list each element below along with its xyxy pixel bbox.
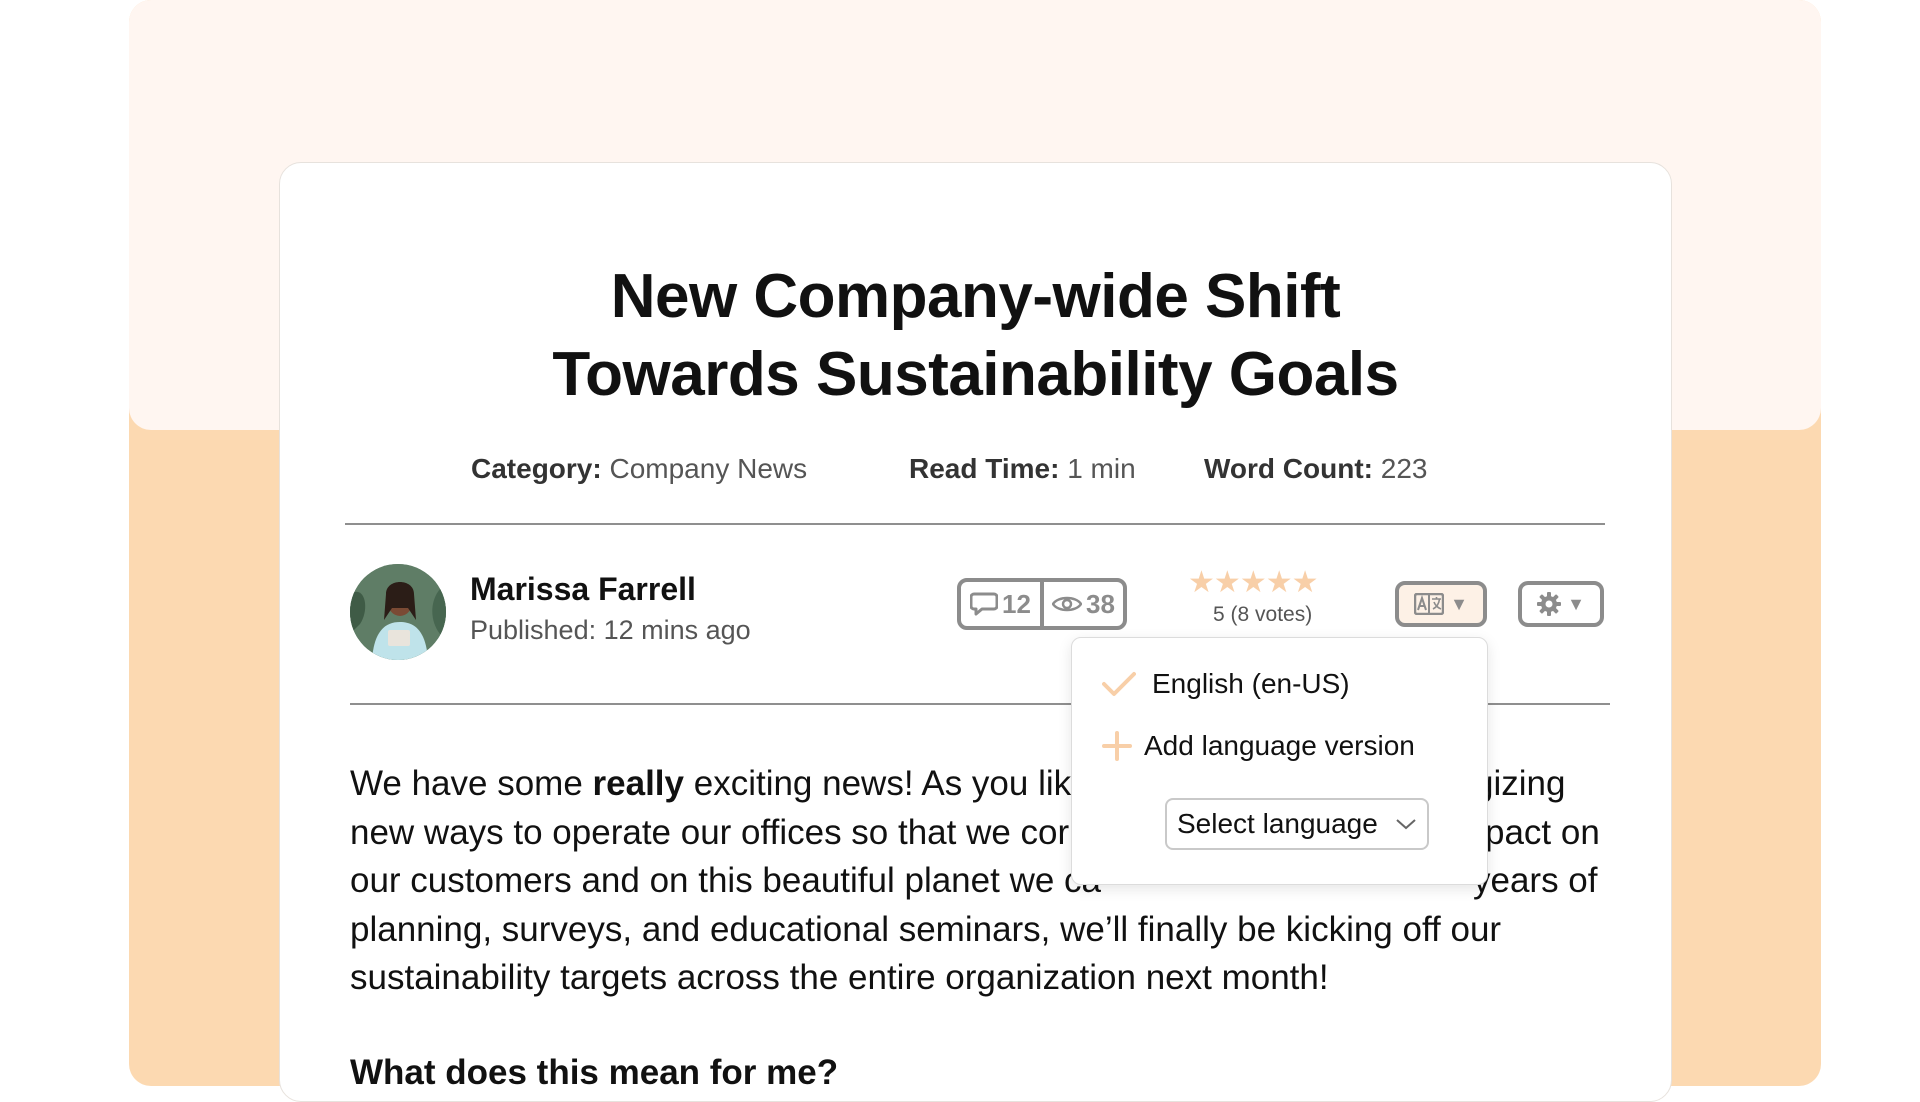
star-icon[interactable]: ★ <box>1292 566 1319 599</box>
views-count-value: 38 <box>1086 588 1115 619</box>
chevron-down-icon: ▼ <box>1567 594 1585 614</box>
chevron-down-icon <box>1396 819 1416 830</box>
published-time: Published: 12 mins ago <box>470 615 751 645</box>
comments-count: 12 <box>1002 588 1031 619</box>
settings-button[interactable]: ▼ <box>1518 581 1604 627</box>
body-text-rest: exciting news! As you lik <box>684 764 1072 803</box>
article-title: New Company-wide Shift Towards Sustainab… <box>280 258 1671 414</box>
language-button[interactable]: ▼ <box>1395 581 1487 627</box>
author-name[interactable]: Marissa Farrell <box>470 571 696 608</box>
author-avatar[interactable] <box>350 564 446 660</box>
select-language-value: Select language <box>1177 808 1378 839</box>
meta-word-count-label: Word Count: <box>1204 453 1373 484</box>
star-icon[interactable]: ★ <box>1240 566 1267 599</box>
engagement-stats: 12 38 <box>957 578 1127 630</box>
meta-category-value: Company News <box>609 453 808 484</box>
views-count: 38 <box>1040 582 1123 626</box>
check-icon <box>1102 671 1152 697</box>
meta-category-label: Category: <box>471 453 602 484</box>
add-language-version[interactable]: Add language version <box>1102 730 1415 762</box>
body-line: sustainability targets across the entire… <box>350 958 1329 997</box>
rating-summary: 5 (8 votes) <box>1213 603 1313 626</box>
rating-stars[interactable]: ★★★★★ <box>1188 566 1319 599</box>
chevron-down-icon: ▼ <box>1450 594 1468 614</box>
body-line: planning, surveys, and educational semin… <box>350 909 1502 949</box>
body-text-left: our customers and on this beautiful plan… <box>350 861 1101 900</box>
body-text-left: new ways to operate our offices so that … <box>350 812 1070 852</box>
body-text-bold: really <box>592 764 684 803</box>
meta-read-time-value: 1 min <box>1067 453 1136 484</box>
plus-icon <box>1102 731 1144 761</box>
avatar-photo <box>350 564 446 660</box>
translate-icon <box>1414 593 1445 615</box>
gear-icon <box>1537 592 1562 616</box>
meta-divider <box>345 523 1605 525</box>
meta-read-time-label: Read Time: <box>909 453 1060 484</box>
add-language-label: Add language version <box>1144 730 1415 761</box>
meta-word-count: Word Count: 223 <box>1204 453 1427 485</box>
comments-count-button[interactable]: 12 <box>961 582 1040 626</box>
body-text-start: We have some <box>350 764 593 803</box>
language-dropdown: English (en-US) Add language version Sel… <box>1071 637 1488 885</box>
language-option-label: English (en-US) <box>1152 668 1350 699</box>
body-text-right: pact on <box>1485 812 1600 852</box>
select-language-dropdown[interactable]: Select language <box>1165 798 1429 850</box>
meta-read-time: Read Time: 1 min <box>909 453 1136 485</box>
article-title-line-1: New Company-wide Shift <box>610 262 1341 331</box>
star-icon[interactable]: ★ <box>1188 566 1215 599</box>
meta-word-count-value: 223 <box>1380 453 1428 484</box>
body-text-right: years of <box>1473 861 1598 900</box>
section-heading: What does this mean for me? <box>350 1053 839 1092</box>
language-option-current[interactable]: English (en-US) <box>1102 668 1350 700</box>
meta-category: Category: Company News <box>471 453 807 485</box>
speech-bubble-icon <box>970 592 999 616</box>
eye-icon <box>1052 596 1083 612</box>
article-card: New Company-wide Shift Towards Sustainab… <box>279 162 1672 1102</box>
article-title-line-2: Towards Sustainability Goals <box>552 340 1399 409</box>
star-icon[interactable]: ★ <box>1266 566 1293 599</box>
star-icon[interactable]: ★ <box>1214 566 1241 599</box>
